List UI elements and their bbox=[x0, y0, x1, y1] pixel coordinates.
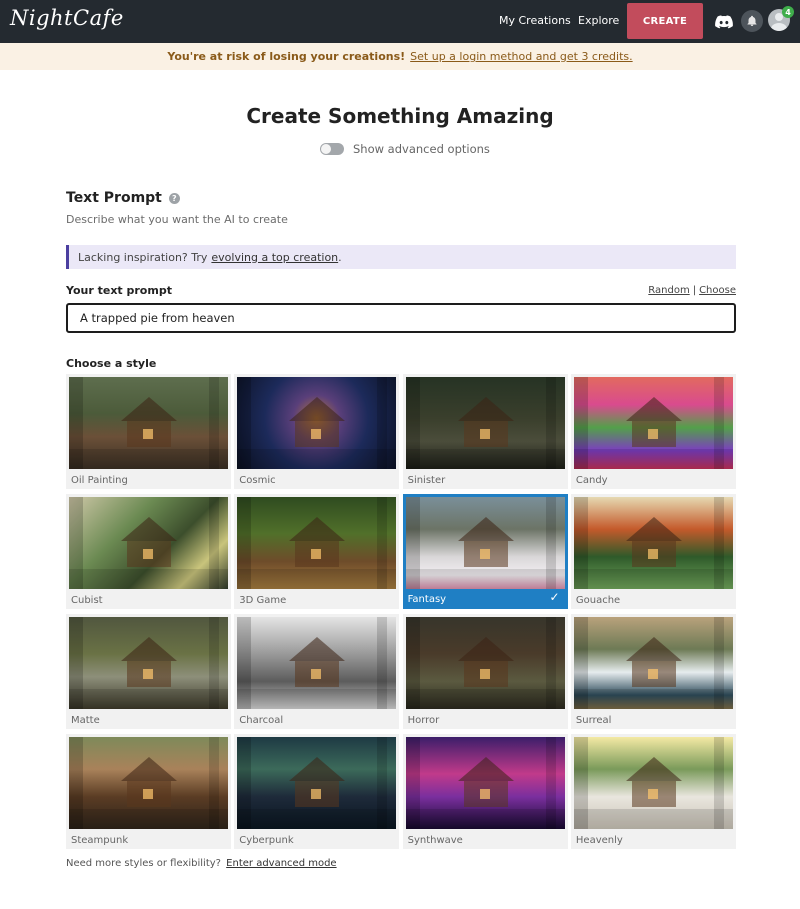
style-card-label: Cyberpunk bbox=[239, 835, 294, 846]
style-thumbnail bbox=[573, 497, 733, 589]
style-thumbnail bbox=[405, 497, 565, 589]
style-card-label: Oil Painting bbox=[71, 475, 128, 486]
style-thumbnail bbox=[69, 737, 228, 829]
create-button[interactable]: CREATE bbox=[627, 3, 703, 39]
inspiration-callout: Lacking inspiration? Try evolving a top … bbox=[66, 245, 736, 269]
style-card-cyberpunk[interactable]: Cyberpunk bbox=[234, 734, 400, 849]
setup-login-link[interactable]: Set up a login method and get 3 credits. bbox=[410, 50, 632, 63]
style-thumbnail bbox=[237, 377, 397, 469]
style-grid: Oil Painting Cosmic Sinister Candy Cubist 3D … bbox=[66, 374, 736, 849]
style-card-label: Gouache bbox=[575, 595, 621, 606]
style-thumbnail bbox=[69, 497, 228, 589]
prompt-input-label: Your text prompt bbox=[66, 284, 172, 297]
style-card-label: Charcoal bbox=[239, 715, 284, 726]
style-card-gouache[interactable]: Gouache bbox=[570, 494, 736, 609]
style-card-label: Heavenly bbox=[575, 835, 623, 846]
advanced-mode-prefix: Need more styles or flexibility? bbox=[66, 858, 221, 869]
nav-explore[interactable]: Explore bbox=[578, 14, 619, 27]
style-thumbnail bbox=[573, 377, 733, 469]
style-thumbnail bbox=[573, 617, 733, 709]
style-card-label: 3D Game bbox=[239, 595, 287, 606]
choose-prompt-link[interactable]: Choose bbox=[699, 285, 736, 296]
style-thumbnail bbox=[237, 617, 397, 709]
style-card-label: Candy bbox=[575, 475, 608, 486]
advanced-options-toggle[interactable] bbox=[320, 143, 344, 155]
text-prompt-description: Describe what you want the AI to create bbox=[66, 213, 288, 226]
style-card-label: Horror bbox=[407, 715, 440, 726]
advanced-options-label[interactable]: Show advanced options bbox=[353, 142, 490, 156]
style-card-label: Matte bbox=[71, 715, 100, 726]
notification-count-badge: 4 bbox=[782, 6, 794, 18]
style-card-horror[interactable]: Horror bbox=[402, 614, 568, 729]
style-card-label: Steampunk bbox=[71, 835, 129, 846]
enter-advanced-mode-link[interactable]: Enter advanced mode bbox=[226, 858, 336, 869]
style-card-cubist[interactable]: Cubist bbox=[66, 494, 231, 609]
style-card-label: Surreal bbox=[575, 715, 612, 726]
random-prompt-link[interactable]: Random bbox=[648, 285, 689, 296]
style-card-heavenly[interactable]: Heavenly bbox=[570, 734, 736, 849]
check-icon: ✓ bbox=[549, 590, 560, 604]
style-card-label: Sinister bbox=[407, 475, 446, 486]
style-thumbnail bbox=[405, 377, 565, 469]
choose-style-label: Choose a style bbox=[66, 357, 157, 370]
style-card-label: Fantasy bbox=[407, 594, 447, 605]
style-card-fantasy[interactable]: Fantasy ✓ bbox=[402, 494, 568, 609]
inspiration-prefix: Lacking inspiration? Try bbox=[78, 250, 208, 264]
text-prompt-heading: Text Prompt ? bbox=[66, 190, 180, 206]
style-card-label: Cosmic bbox=[239, 475, 276, 486]
style-card-candy[interactable]: Candy bbox=[570, 374, 736, 489]
advanced-options-row: Show advanced options bbox=[320, 141, 490, 157]
style-card-surreal[interactable]: Surreal bbox=[570, 614, 736, 729]
help-icon[interactable]: ? bbox=[168, 192, 180, 204]
style-card-label: Cubist bbox=[71, 595, 103, 606]
prompt-helper-links: Random | Choose bbox=[648, 285, 736, 296]
evolve-top-creation-link[interactable]: evolving a top creation bbox=[211, 251, 338, 264]
style-thumbnail bbox=[237, 737, 397, 829]
style-card-charcoal[interactable]: Charcoal bbox=[234, 614, 400, 729]
link-separator: | bbox=[692, 285, 697, 296]
top-nav: NightCafe My Creations Explore CREATE 4 bbox=[0, 0, 800, 43]
warning-text: You're at risk of losing your creations! bbox=[167, 50, 406, 63]
discord-icon[interactable] bbox=[714, 12, 734, 32]
toggle-knob bbox=[321, 144, 331, 154]
style-card-oil-painting[interactable]: Oil Painting bbox=[66, 374, 231, 489]
style-thumbnail bbox=[405, 737, 565, 829]
nightcafe-logo[interactable]: NightCafe bbox=[10, 6, 124, 30]
style-thumbnail bbox=[69, 617, 228, 709]
style-thumbnail bbox=[573, 737, 733, 829]
style-card-cosmic[interactable]: Cosmic bbox=[234, 374, 400, 489]
page-title: Create Something Amazing bbox=[246, 104, 554, 128]
text-prompt-input[interactable] bbox=[66, 303, 736, 333]
login-warning-banner: You're at risk of losing your creations!… bbox=[0, 43, 800, 70]
style-card-matte[interactable]: Matte bbox=[66, 614, 231, 729]
advanced-mode-note: Need more styles or flexibility? Enter a… bbox=[66, 858, 337, 869]
nav-my-creations[interactable]: My Creations bbox=[499, 14, 571, 27]
style-thumbnail bbox=[69, 377, 228, 469]
style-card-label: Synthwave bbox=[407, 835, 463, 846]
style-card-steampunk[interactable]: Steampunk bbox=[66, 734, 231, 849]
inspiration-suffix: . bbox=[338, 250, 342, 264]
style-card-synthwave[interactable]: Synthwave bbox=[402, 734, 568, 849]
style-thumbnail bbox=[237, 497, 397, 589]
notifications-bell-icon[interactable] bbox=[741, 10, 763, 32]
style-card-3d-game[interactable]: 3D Game bbox=[234, 494, 400, 609]
style-thumbnail bbox=[405, 617, 565, 709]
style-card-sinister[interactable]: Sinister bbox=[402, 374, 568, 489]
text-prompt-title: Text Prompt bbox=[66, 190, 162, 206]
